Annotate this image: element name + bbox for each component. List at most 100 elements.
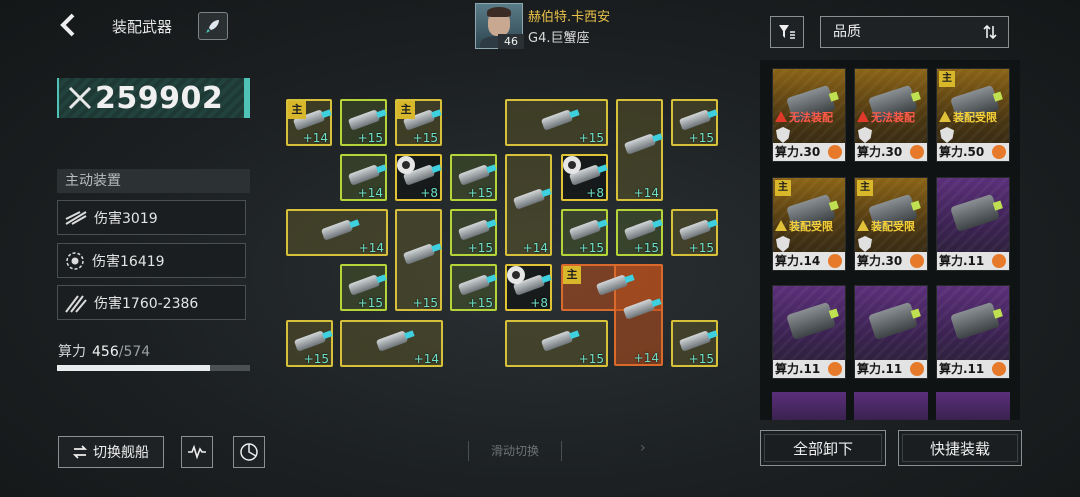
equipped-weapon-slot[interactable]: +15 (395, 209, 442, 311)
equip-warning: 装配受限 (857, 218, 915, 234)
weapon-level-label: +8 (586, 186, 604, 200)
equipped-weapon-slot[interactable]: +15 (671, 209, 718, 256)
equip-warning: 装配受限 (939, 109, 997, 125)
weapon-level-label: +14 (358, 241, 384, 255)
back-button[interactable] (58, 12, 82, 40)
main-weapon-badge: 主 (857, 180, 873, 196)
rocket-button[interactable] (198, 12, 228, 40)
equipped-weapon-slot[interactable]: +14 (340, 154, 387, 201)
equipped-weapon-slot[interactable]: +15 (671, 320, 718, 367)
switch-ship-button[interactable]: 切换舰船 (58, 436, 164, 468)
weapon-icon (320, 218, 360, 241)
weapon-level-label: +15 (688, 131, 714, 145)
main-weapon-badge: 主 (563, 266, 581, 284)
equipped-weapon-slot[interactable]: +15 (671, 99, 718, 146)
quality-sort-select[interactable]: 品质 (820, 16, 1009, 48)
equipped-weapon-slot[interactable]: +15 (616, 209, 663, 256)
weapon-icon (293, 329, 333, 352)
capacity-bar (57, 365, 250, 371)
weapon-icon (375, 329, 415, 352)
weapon-level-label: +14 (522, 241, 548, 255)
upgrade-icon (828, 254, 842, 268)
card-power-label: 算力.30 (855, 252, 927, 270)
radar-button[interactable] (233, 436, 265, 468)
active-device-title: 主动装置 (57, 169, 250, 193)
equip-warning: 无法装配 (775, 109, 833, 125)
weapon-level-label: +8 (530, 296, 548, 310)
weapon-level-label: +15 (467, 186, 493, 200)
upgrade-icon (828, 362, 842, 376)
equipped-weapon-slot[interactable]: +15 (450, 264, 497, 311)
inventory-card[interactable]: 算力.11 (936, 177, 1010, 271)
equipped-weapon-slot[interactable]: +15 (505, 99, 608, 146)
inventory-card[interactable]: 算力.11 (854, 285, 928, 379)
equipped-weapon-slot[interactable]: +15 (505, 320, 608, 367)
weapon-level-label: +15 (688, 352, 714, 366)
inventory-card[interactable]: 算力.11 (772, 285, 846, 379)
main-weapon-badge: 主 (775, 180, 791, 196)
waveform-button[interactable] (181, 436, 213, 468)
equipped-weapon-slot[interactable]: +15 (561, 209, 608, 256)
equip-warning: 装配受限 (775, 218, 833, 234)
equipped-weapon-slot[interactable]: +8 (561, 154, 608, 201)
capacity-current: 456 (92, 344, 119, 360)
inventory-card[interactable]: 无法装配 算力.30 (772, 68, 846, 162)
weapon-level-label: +15 (412, 296, 438, 310)
pilot-constellation: G4.巨蟹座 (528, 31, 590, 46)
unequip-all-button[interactable]: 全部卸下 (760, 430, 886, 466)
equipped-weapon-slot[interactable]: +15 (340, 264, 387, 311)
waveform-icon (188, 444, 206, 460)
inventory-card[interactable]: 无法装配 算力.30 (854, 68, 928, 162)
equipped-weapon-slot[interactable]: 主 +14 (286, 99, 332, 146)
weapon-icon (678, 218, 718, 241)
card-power-label: 算力.14 (773, 252, 845, 270)
equipped-weapon-slot[interactable]: 主 +15 (395, 99, 442, 146)
quick-equip-button[interactable]: 快捷装载 (898, 430, 1022, 466)
quick-equip-label: 快捷装载 (929, 439, 990, 458)
stat-damage-3-label: 伤害1760-2386 (94, 295, 199, 312)
equipped-weapon-slot[interactable]: +15 (450, 154, 497, 201)
upgrade-icon (910, 145, 924, 159)
swipe-hint: 滑动切换 (468, 441, 562, 461)
swap-icon (73, 445, 87, 459)
equipped-weapon-slot[interactable]: +14 (340, 320, 443, 367)
weapon-level-label: +14 (302, 131, 328, 145)
upgrade-icon (828, 145, 842, 159)
equipped-weapon-slot[interactable]: +8 (505, 264, 552, 311)
stat-damage-2: 伤害16419 (57, 243, 246, 278)
card-power-label: 算力.50 (937, 143, 1009, 161)
capacity-bar-fill (57, 365, 211, 371)
inventory-card[interactable]: 主装配受限 算力.50 (936, 68, 1010, 162)
equipped-weapon-slot[interactable]: +14 (505, 154, 552, 256)
combat-power-value: 259902 (95, 81, 224, 116)
weapon-level-label: +14 (633, 351, 659, 365)
upgrade-icon (910, 362, 924, 376)
burst-damage-icon (66, 251, 84, 270)
capacity-label-group: 算力 456/574 (58, 341, 150, 361)
inventory-card[interactable]: 算力.11 (936, 285, 1010, 379)
inventory-card-partial[interactable] (854, 392, 928, 420)
equipped-weapon-slot[interactable]: +15 (450, 209, 497, 256)
weapon-level-label: +15 (357, 296, 383, 310)
weapon-icon (568, 218, 608, 241)
equipped-weapon-slot[interactable]: +15 (340, 99, 387, 146)
equipped-weapon-slot[interactable]: +14 (286, 209, 388, 256)
slash-damage-icon (65, 210, 87, 225)
page-title: 装配武器 (112, 18, 173, 36)
inventory-card-partial[interactable] (936, 392, 1010, 420)
weapon-icon (457, 273, 497, 296)
inventory-card[interactable]: 主装配受限算力.14 (772, 177, 846, 271)
upgrade-icon (910, 254, 924, 268)
inventory-card-partial[interactable] (772, 392, 846, 420)
filter-button[interactable] (770, 16, 804, 48)
combat-power-panel: 259902 (57, 78, 250, 118)
weapon-icon (540, 329, 580, 352)
radar-icon (240, 443, 258, 461)
weapon-icon (347, 273, 387, 296)
sort-order-icon[interactable] (982, 17, 998, 58)
inventory-card[interactable]: 主装配受限算力.30 (854, 177, 928, 271)
equipped-weapon-slot[interactable]: +14 (614, 264, 663, 366)
equipped-weapon-slot[interactable]: +8 (395, 154, 442, 201)
equipped-weapon-slot[interactable]: +14 (616, 99, 663, 201)
equipped-weapon-slot[interactable]: +15 (286, 320, 333, 367)
